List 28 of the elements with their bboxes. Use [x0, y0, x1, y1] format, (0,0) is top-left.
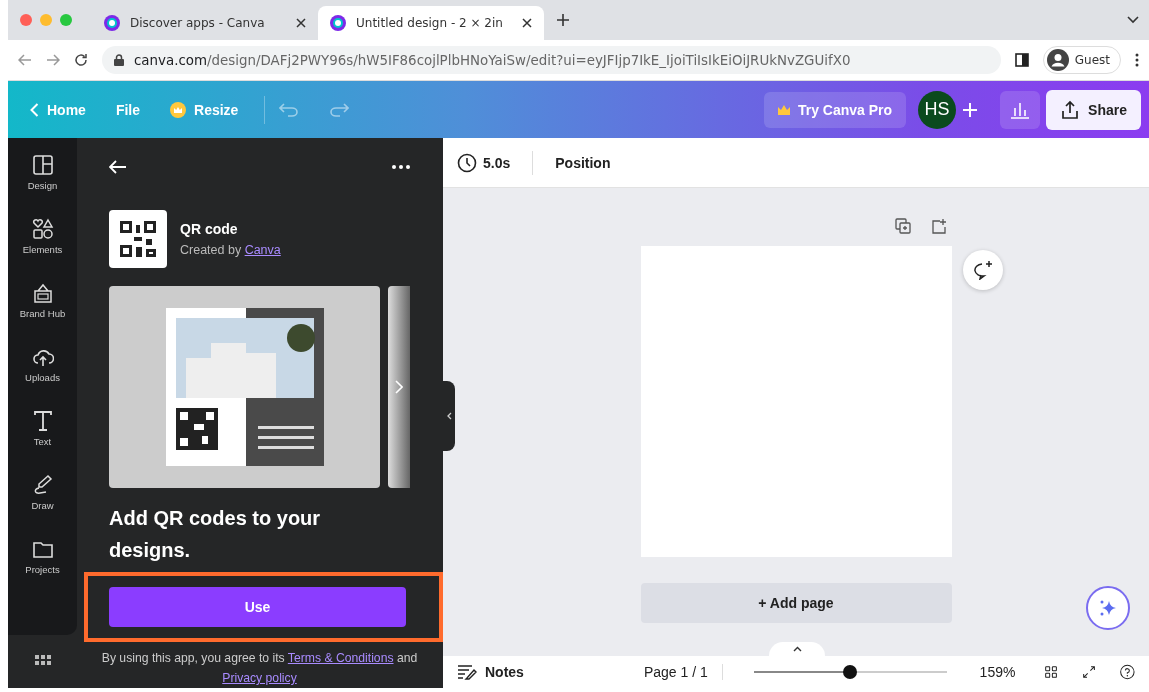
terms-notice: By using this app, you agree to its Terms & Conditions and Privacy policy	[100, 650, 419, 687]
zoom-level[interactable]: 159%	[979, 664, 1016, 680]
use-button[interactable]: Use	[109, 587, 406, 627]
author-link[interactable]: Canva	[244, 243, 281, 257]
sidebar-item[interactable]: Brand Hub	[8, 282, 77, 319]
add-page-button[interactable]: + Add page	[640, 583, 952, 623]
browser-tab[interactable]: Discover apps - Canva	[92, 6, 318, 40]
page-indicator[interactable]: Page 1 / 1	[643, 664, 723, 680]
position-button[interactable]: Position	[555, 154, 611, 171]
sidebar-item[interactable]: Design	[8, 154, 77, 191]
sidebar-item[interactable]: Uploads	[8, 346, 77, 383]
try-pro-button[interactable]: Try Canva Pro	[763, 91, 907, 128]
privacy-link[interactable]: Privacy policy	[222, 671, 297, 685]
share-button[interactable]: Share	[1046, 89, 1141, 130]
app-headline: Add QR codes to your designs.	[109, 506, 322, 563]
sidebar-item[interactable]: Text	[8, 410, 77, 447]
sidebar-item[interactable]: Projects	[8, 538, 77, 575]
url-text: canva.com/design/DAFj2PWY96s/hW5IF86cojlPlbHNoYaiSw/edit?ui=eyJFIjp7IkE_IjoiTiIsIkEiOiJRUkNvZGUifX0	[134, 52, 851, 68]
terms-link[interactable]: Terms & Conditions	[287, 651, 394, 665]
app-author: Created by Canva	[180, 243, 281, 257]
address-bar[interactable]: canva.com/design/DAFj2PWY96s/hW5IF86cojlPlbHNoYaiSw/edit?ui=eyJFIjp7IkE_IjoiTiIsIkEiOiJRUkNvZGUifX0	[102, 46, 1001, 74]
sidebar-item[interactable]: Draw	[8, 474, 77, 511]
sidebar-item[interactable]: Elements	[8, 218, 77, 255]
user-avatar[interactable]: HS	[918, 90, 957, 129]
notes-button[interactable]: Notes	[457, 664, 524, 680]
browser-tab[interactable]: Untitled design - 2 × 2in	[318, 6, 544, 40]
app-title: QR code	[180, 221, 239, 237]
duration-button[interactable]: 5.0s	[457, 152, 511, 173]
